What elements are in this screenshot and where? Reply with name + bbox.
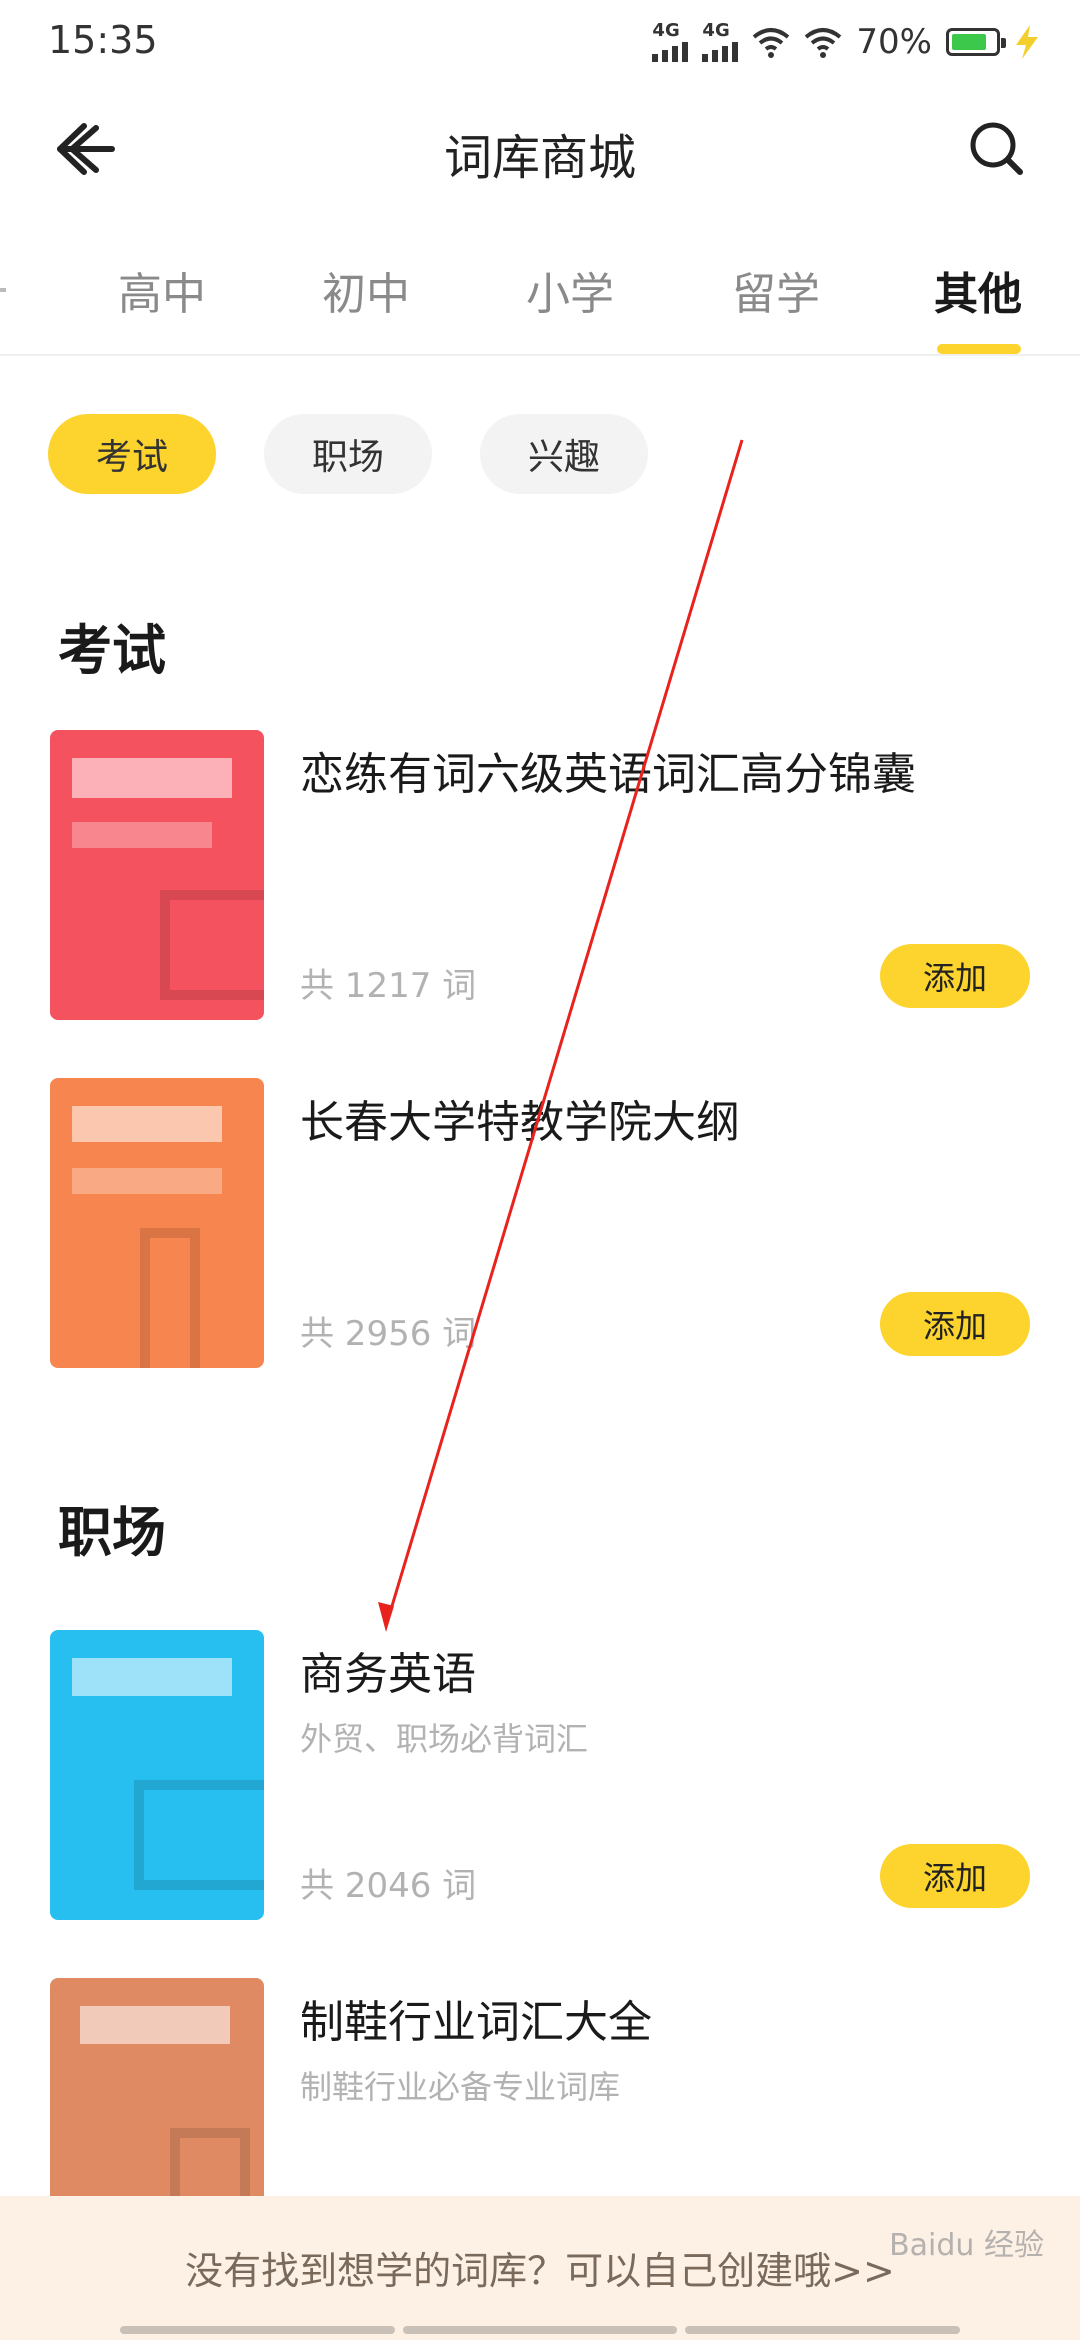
book-cover: [50, 1630, 264, 1920]
charging-bolt-icon: [1016, 25, 1038, 59]
book-card[interactable]: 长春大学特教学院大纲 共 2956 词 添加: [50, 1078, 1030, 1368]
chip-exam[interactable]: 考试: [48, 414, 216, 494]
page: 15:35 4G 4G 70% 词库商城 高中 初中 小学 留学 其他 考试 职…: [0, 0, 1080, 2340]
tab-senior-high[interactable]: 高中: [118, 258, 206, 322]
add-button[interactable]: 添加: [880, 1844, 1030, 1908]
book-word-count: 共 2046 词: [300, 1866, 477, 1906]
book-title: 长春大学特教学院大纲: [300, 1097, 740, 1148]
wifi-hotspot-icon: [753, 28, 790, 58]
status-icons: 4G 4G 70%: [652, 20, 1040, 64]
category-tabs: 高中 初中 小学 留学 其他: [0, 248, 1080, 356]
battery-percent: 70%: [856, 22, 932, 62]
chip-workplace[interactable]: 职场: [264, 414, 432, 494]
section-title-exam: 考试: [58, 619, 166, 682]
create-library-banner[interactable]: 没有找到想学的词库？可以自己创建哦>>: [0, 2196, 1080, 2340]
book-word-count: 共 1217 词: [300, 966, 477, 1006]
tab-overflow-edge: [0, 288, 6, 292]
book-subtitle: 制鞋行业必备专业词库: [300, 2068, 621, 2106]
wifi-icon: [805, 28, 842, 58]
book-card[interactable]: 恋练有词六级英语词汇高分锦囊 共 1217 词 添加: [50, 730, 1030, 1020]
book-title: 商务英语: [300, 1649, 476, 1700]
watermark: Baidu 经验: [889, 2228, 1044, 2263]
book-title: 恋练有词六级英语词汇高分锦囊: [300, 749, 916, 800]
book-cover: [50, 1078, 264, 1368]
page-title: 词库商城: [443, 130, 636, 186]
cellular-signal-icon: 4G: [652, 22, 689, 62]
book-card[interactable]: 商务英语 外贸、职场必背词汇 共 2046 词 添加: [50, 1630, 1030, 1920]
status-bar: 15:35 4G 4G 70%: [0, 0, 1080, 84]
book-cover: [50, 730, 264, 1020]
active-tab-indicator: [937, 344, 1021, 354]
add-button[interactable]: 添加: [880, 944, 1030, 1008]
tab-study-abroad[interactable]: 留学: [732, 258, 820, 322]
book-subtitle: 外贸、职场必背词汇: [300, 1720, 589, 1758]
gesture-bar: [120, 2326, 961, 2334]
tab-junior-high[interactable]: 初中: [322, 258, 410, 322]
search-icon[interactable]: [962, 114, 1032, 184]
tab-other[interactable]: 其他: [934, 258, 1022, 322]
section-title-workplace: 职场: [58, 1501, 166, 1564]
cellular-signal-icon-2: 4G: [702, 22, 739, 62]
chip-interest[interactable]: 兴趣: [480, 414, 648, 494]
battery-icon: [946, 28, 1006, 56]
header: 词库商城: [0, 96, 1080, 200]
book-word-count: 共 2956 词: [300, 1314, 477, 1354]
add-button[interactable]: 添加: [880, 1292, 1030, 1356]
book-title: 制鞋行业词汇大全: [300, 1997, 652, 2048]
tab-primary[interactable]: 小学: [526, 258, 614, 322]
status-time: 15:35: [48, 18, 158, 62]
